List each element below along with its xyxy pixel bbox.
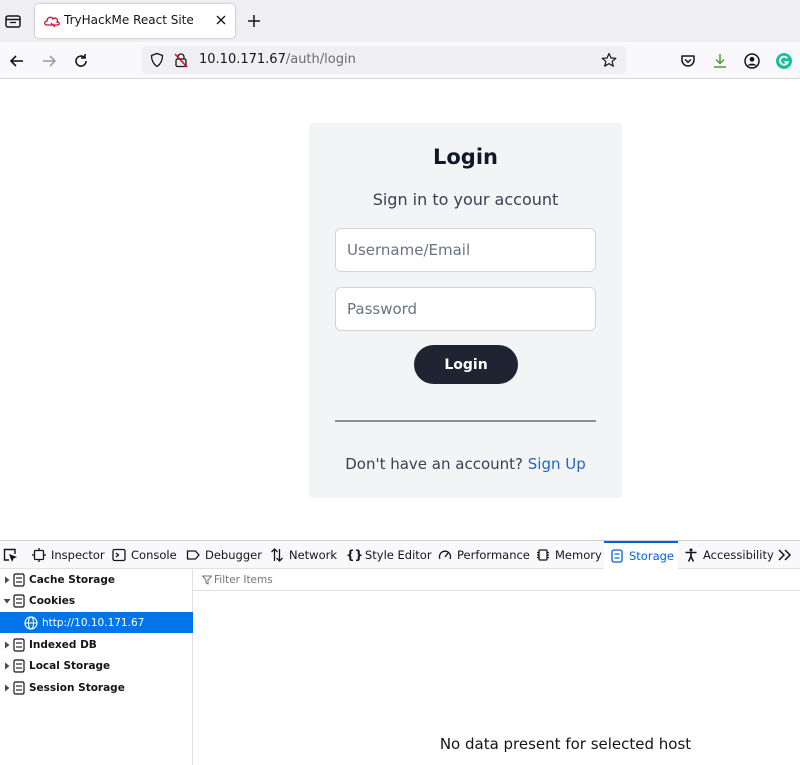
tree-item-cookies[interactable]: Cookies: [0, 590, 193, 611]
tab-label: Storage: [629, 549, 674, 563]
devtools-tab-accessibility[interactable]: Accessibility: [684, 541, 774, 569]
tree-item-indexed-db[interactable]: Indexed DB: [0, 634, 193, 655]
reload-icon[interactable]: [72, 52, 90, 70]
tree-item-label: http://10.10.171.67: [42, 616, 145, 629]
tab-strip: TryHackMe React Site: [0, 0, 800, 42]
more-tools-chevron-icon[interactable]: [777, 548, 793, 562]
back-arrow-icon[interactable]: [8, 52, 26, 70]
memory-icon: [537, 549, 549, 561]
tree-item-local-storage[interactable]: Local Storage: [0, 655, 193, 676]
tree-item-session-storage[interactable]: Session Storage: [0, 677, 193, 698]
expand-arrow-icon[interactable]: [2, 640, 12, 650]
inspector-icon: [32, 548, 46, 562]
storage-icon: [13, 680, 25, 695]
style-editor-icon: {}: [346, 548, 364, 562]
tab-label: Memory: [555, 548, 602, 562]
storage-tree: Cache Storage Cookies http://10.10.171.6…: [0, 569, 193, 765]
tab-label: Network: [289, 548, 338, 562]
signup-prompt: Don't have an account?: [345, 455, 523, 473]
storage-table-area: Filter Items No data present for selecte…: [193, 569, 800, 765]
tracking-protection-shield-icon[interactable]: [149, 52, 165, 68]
username-email-input[interactable]: [335, 228, 596, 272]
grammarly-extension-icon[interactable]: [775, 52, 793, 70]
tab-label: Inspector: [51, 548, 105, 562]
login-title: Login: [433, 145, 498, 169]
storage-icon: [611, 549, 623, 563]
tab-label: Style Editor: [365, 548, 432, 562]
tree-item-cookies-host[interactable]: http://10.10.171.67: [0, 612, 193, 633]
tab-title: TryHackMe React Site: [64, 13, 194, 27]
expand-arrow-icon[interactable]: [2, 683, 12, 693]
tree-item-label: Cookies: [29, 594, 76, 607]
devtools-tab-style-editor[interactable]: {} Style Editor: [346, 541, 432, 569]
devtools-tab-debugger[interactable]: Debugger: [186, 541, 262, 569]
expand-arrow-icon[interactable]: [2, 575, 12, 585]
performance-icon: [438, 550, 452, 560]
collapse-arrow-icon[interactable]: [2, 596, 12, 606]
devtools-tab-inspector[interactable]: Inspector: [32, 541, 105, 569]
storage-icon: [13, 593, 25, 608]
devtools-toolbar: Inspector Console Debugger Network {} St…: [0, 541, 800, 569]
storage-icon: [13, 658, 25, 673]
tab-label: Console: [131, 548, 177, 562]
new-tab-icon[interactable]: [246, 13, 262, 29]
debugger-icon: [186, 550, 200, 560]
address-bar[interactable]: 10.10.171.67/auth/login: [142, 46, 626, 74]
globe-icon: [24, 615, 38, 630]
close-tab-icon[interactable]: [213, 12, 229, 28]
account-icon[interactable]: [743, 52, 761, 70]
devtools-tab-storage[interactable]: Storage: [604, 541, 678, 569]
url-path: /auth/login: [285, 52, 356, 67]
network-icon: [271, 548, 283, 562]
page-content: Login Sign in to your account Login Don'…: [0, 80, 800, 540]
accessibility-icon: [685, 548, 697, 562]
url-text[interactable]: 10.10.171.67/auth/login: [199, 52, 356, 67]
devtools-tab-network[interactable]: Network: [270, 541, 337, 569]
downloads-icon[interactable]: [711, 52, 729, 70]
devtools-tab-memory[interactable]: Memory: [536, 541, 602, 569]
divider: [335, 420, 596, 422]
signup-row: Don't have an account? Sign Up: [309, 455, 622, 473]
pocket-icon[interactable]: [679, 52, 697, 70]
login-button[interactable]: Login: [414, 345, 518, 384]
cloud-favicon-icon: [44, 16, 60, 28]
tab-label: Performance: [457, 548, 530, 562]
tree-item-label: Cache Storage: [29, 573, 115, 586]
tab-label: Accessibility: [703, 548, 774, 562]
url-host: 10.10.171.67: [199, 52, 286, 67]
empty-state-message: No data present for selected host: [439, 735, 692, 753]
element-picker-icon[interactable]: [2, 547, 18, 563]
navigation-toolbar: 10.10.171.67/auth/login: [0, 42, 800, 79]
expand-arrow-icon[interactable]: [2, 661, 12, 671]
list-all-tabs-icon[interactable]: [4, 12, 22, 30]
tree-item-cache-storage[interactable]: Cache Storage: [0, 569, 193, 590]
devtools-tab-console[interactable]: Console: [112, 541, 177, 569]
console-icon: [112, 548, 126, 562]
tree-item-label: Indexed DB: [29, 638, 97, 651]
sign-up-link[interactable]: Sign Up: [528, 455, 586, 473]
tree-item-label: Session Storage: [29, 681, 125, 694]
browser-tab[interactable]: TryHackMe React Site: [35, 4, 235, 38]
bookmark-star-icon[interactable]: [601, 52, 617, 68]
storage-icon: [13, 637, 25, 652]
login-subtitle: Sign in to your account: [372, 190, 559, 209]
password-input[interactable]: [335, 287, 596, 331]
filter-icon: [202, 575, 212, 585]
insecure-lock-icon[interactable]: [173, 52, 189, 68]
devtools-panel: Inspector Console Debugger Network {} St…: [0, 540, 800, 765]
filter-placeholder: Filter Items: [214, 574, 273, 586]
tab-label: Debugger: [205, 548, 262, 562]
storage-icon: [13, 572, 25, 587]
tree-item-label: Local Storage: [29, 659, 111, 672]
login-card: Login Sign in to your account Login Don'…: [309, 123, 622, 498]
filter-items-input[interactable]: Filter Items: [193, 569, 800, 591]
devtools-tab-performance[interactable]: Performance: [438, 541, 530, 569]
forward-arrow-icon[interactable]: [40, 52, 58, 70]
